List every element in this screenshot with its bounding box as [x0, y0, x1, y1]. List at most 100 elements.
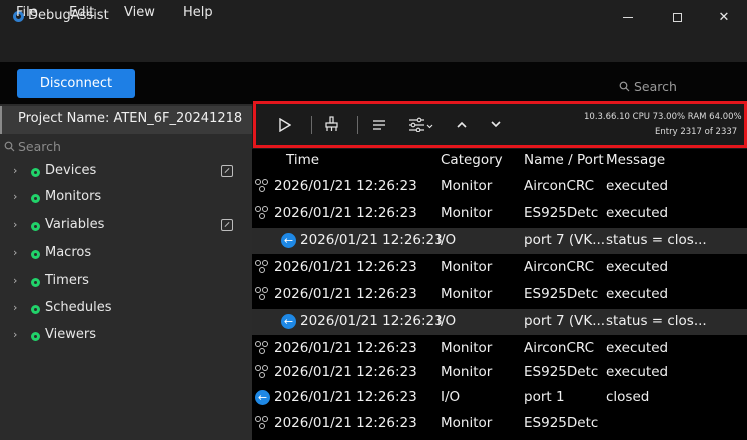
- arrow-left-icon: ←: [281, 314, 296, 329]
- cell-time: 2026/01/21 12:26:23: [274, 178, 417, 194]
- column-header-time[interactable]: Time: [286, 152, 319, 168]
- chevron-right-icon: ›: [13, 301, 18, 314]
- menu-help[interactable]: Help: [183, 5, 213, 20]
- sidebar-search-input[interactable]: Search: [4, 139, 61, 154]
- sidebar-item-label: Monitors: [45, 189, 102, 204]
- table-row[interactable]: ← 2026/01/21 12:26:23 I/O port 1 closed: [252, 385, 747, 411]
- sidebar-item-timers[interactable]: › Timers: [0, 270, 252, 296]
- table-row[interactable]: ← 2026/01/21 12:26:23 I/O port 7 (VK... stat…: [252, 309, 747, 335]
- close-button[interactable]: ✕: [701, 0, 747, 34]
- node-dot: [258, 423, 265, 429]
- menu-view[interactable]: View: [124, 5, 155, 20]
- table-row[interactable]: 2026/01/21 12:26:23 Monitor ES925Detc: [252, 411, 747, 437]
- sidebar-item-macros[interactable]: › Macros: [0, 242, 252, 268]
- network-icon: [255, 416, 269, 430]
- table-row[interactable]: ← 2026/01/21 12:26:23 I/O port 7 (VK... stat…: [252, 228, 747, 254]
- node-dot: [255, 179, 261, 185]
- node-dot: [255, 416, 261, 422]
- cell-message: closed: [606, 389, 650, 405]
- cell-name: AirconCRC: [524, 340, 595, 356]
- node-dot: [255, 206, 261, 212]
- cell-category: Monitor: [441, 340, 493, 356]
- cell-time: 2026/01/21 12:26:23: [300, 313, 443, 329]
- cell-time: 2026/01/21 12:26:23: [274, 389, 417, 405]
- chevron-right-icon: ›: [13, 246, 18, 259]
- cell-name: port 1: [524, 389, 565, 405]
- open-external-icon[interactable]: [221, 165, 233, 177]
- status-dot-icon: [31, 305, 40, 314]
- column-header-name[interactable]: Name / Port: [524, 152, 604, 168]
- cell-category: Monitor: [441, 364, 493, 380]
- cell-name: AirconCRC: [524, 259, 595, 275]
- cell-category: Monitor: [441, 286, 493, 302]
- menu-file[interactable]: File: [16, 5, 38, 20]
- cell-name: ES925Detc: [524, 205, 599, 221]
- cell-name: ES925Detc: [524, 415, 599, 431]
- status-dot-icon: [31, 222, 40, 231]
- cell-message: status = clos...: [606, 232, 707, 248]
- sidebar-item-devices[interactable]: › Devices: [0, 160, 252, 186]
- table-row[interactable]: 2026/01/21 12:26:23 Monitor ES925Detc execu…: [252, 360, 747, 386]
- chevron-right-icon: ›: [13, 218, 18, 231]
- sidebar-item-label: Macros: [45, 245, 92, 260]
- network-icon: [255, 179, 269, 193]
- table-row[interactable]: 2026/01/21 12:26:23 Monitor AirconCRC execu…: [252, 336, 747, 362]
- sidebar-item-variables[interactable]: › Variables: [0, 214, 252, 240]
- node-dot: [262, 179, 268, 185]
- node-dot: [262, 260, 268, 266]
- arrow-left-icon: ←: [255, 390, 270, 405]
- open-external-icon[interactable]: [221, 219, 233, 231]
- top-search-input[interactable]: Search: [619, 79, 677, 94]
- cell-category: Monitor: [441, 178, 493, 194]
- node-dot: [258, 213, 265, 219]
- top-search-placeholder: Search: [634, 79, 677, 94]
- node-dot: [258, 372, 265, 378]
- table-row[interactable]: 2026/01/21 12:26:23 Monitor AirconCRC execu…: [252, 255, 747, 281]
- status-dot-icon: [31, 168, 40, 177]
- minimize-button[interactable]: [605, 0, 651, 34]
- chevron-right-icon: ›: [13, 164, 18, 177]
- table-row[interactable]: 2026/01/21 12:26:23 Monitor ES925Detc execu…: [252, 282, 747, 308]
- chevron-right-icon: ›: [13, 274, 18, 287]
- chevron-right-icon: ›: [13, 190, 18, 203]
- node-dot: [258, 186, 265, 192]
- sidebar-item-schedules[interactable]: › Schedules: [0, 297, 252, 323]
- cell-message: executed: [606, 259, 669, 275]
- arrow-left-icon: ←: [281, 233, 296, 248]
- cell-category: I/O: [437, 313, 457, 329]
- cell-name: ES925Detc: [524, 364, 599, 380]
- cell-category: Monitor: [441, 415, 493, 431]
- column-header-category[interactable]: Category: [441, 152, 503, 168]
- cell-time: 2026/01/21 12:26:23: [274, 205, 417, 221]
- node-dot: [262, 416, 268, 422]
- cell-category: Monitor: [441, 259, 493, 275]
- sidebar-item-viewers[interactable]: › Viewers: [0, 324, 252, 350]
- column-header-message[interactable]: Message: [606, 152, 665, 168]
- node-dot: [255, 260, 261, 266]
- maximize-icon: [672, 12, 682, 22]
- cell-name: AirconCRC: [524, 178, 595, 194]
- disconnect-button[interactable]: Disconnect: [17, 69, 135, 98]
- cell-time: 2026/01/21 12:26:23: [274, 364, 417, 380]
- cell-time: 2026/01/21 12:26:23: [274, 259, 417, 275]
- cell-name: ES925Detc: [524, 286, 599, 302]
- chevron-right-icon: ›: [13, 328, 18, 341]
- node-dot: [258, 294, 265, 300]
- node-dot: [255, 341, 261, 347]
- cell-category: I/O: [437, 232, 457, 248]
- menu-edit[interactable]: Edit: [69, 5, 94, 20]
- table-row[interactable]: 2026/01/21 12:26:23 Monitor ES925Detc execu…: [252, 201, 747, 227]
- network-icon: [255, 287, 269, 301]
- cell-time: 2026/01/21 12:26:23: [300, 232, 443, 248]
- cell-time: 2026/01/21 12:26:23: [274, 286, 417, 302]
- sidebar-item-label: Viewers: [45, 327, 96, 342]
- status-dot-icon: [31, 278, 40, 287]
- status-dot-icon: [31, 250, 40, 259]
- maximize-button[interactable]: [654, 0, 700, 34]
- sidebar-item-monitors[interactable]: › Monitors: [0, 186, 252, 212]
- search-icon: [619, 81, 630, 92]
- cell-time: 2026/01/21 12:26:23: [274, 340, 417, 356]
- sidebar-item-label: Variables: [45, 217, 105, 232]
- minimize-icon: [623, 16, 633, 18]
- table-row[interactable]: 2026/01/21 12:26:23 Monitor AirconCRC execu…: [252, 174, 747, 200]
